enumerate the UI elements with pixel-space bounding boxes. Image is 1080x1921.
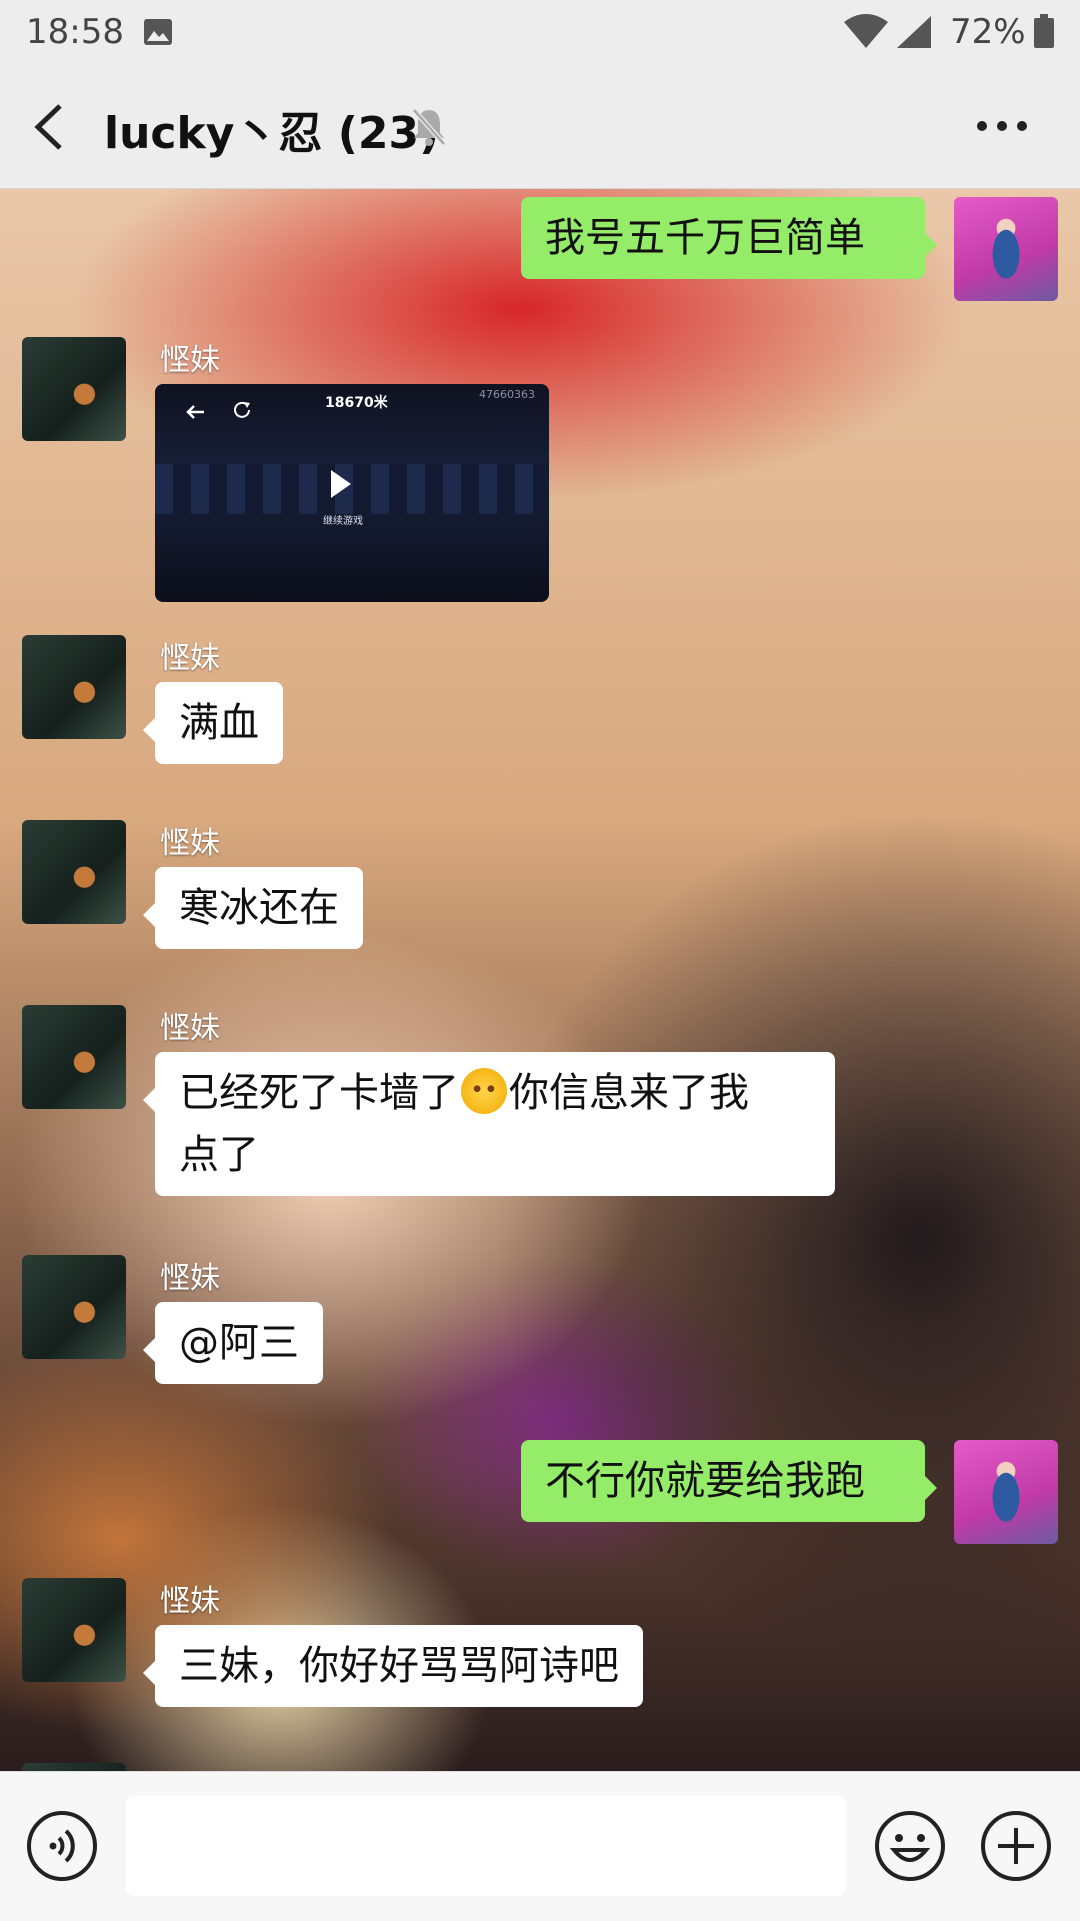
mute-icon [412, 108, 446, 146]
video-message[interactable]: 18670米 47660363 继续游戏 [155, 384, 549, 602]
more-icon[interactable] [976, 116, 1028, 136]
message-text: 满血 [179, 700, 259, 746]
message-text: 点了 [179, 1132, 259, 1178]
message-bubble-received[interactable]: 寒冰还在 [143, 867, 363, 949]
message-text: 不行你就要给我跑 [545, 1458, 865, 1504]
back-arrow-icon [186, 405, 204, 419]
sender-name: 悭妹 [160, 1261, 220, 1296]
sender-name: 悭妹 [160, 826, 220, 861]
restart-icon [234, 401, 250, 418]
message-bubble-received[interactable]: 已经死了卡墙了 你信息来了我 点了 [143, 1052, 835, 1196]
message-text: 三妹，你好好骂骂阿诗吧 [179, 1643, 619, 1689]
message-bubble-sent[interactable]: 我号五千万巨简单 [521, 197, 937, 279]
message-text: 我号五千万巨简单 [545, 215, 865, 261]
sender-avatar[interactable] [22, 820, 126, 924]
message-bubble-received[interactable]: 三妹，你好好骂骂阿诗吧 [143, 1625, 643, 1707]
message-bubble-received[interactable]: @阿三 [143, 1302, 323, 1384]
message-text: 你信息来了我 [509, 1070, 749, 1116]
sender-avatar[interactable] [22, 1763, 126, 1771]
back-icon[interactable] [30, 102, 70, 152]
my-avatar[interactable] [954, 1440, 1058, 1544]
plus-icon[interactable] [980, 1810, 1052, 1882]
video-thumbnail-scene [155, 464, 549, 514]
play-icon[interactable] [331, 470, 351, 498]
sender-name: 悭妹 [160, 641, 220, 676]
sender-avatar[interactable] [22, 635, 126, 739]
image-icon [144, 19, 172, 45]
message-text: @阿三 [179, 1320, 299, 1366]
sender-avatar[interactable] [22, 1005, 126, 1109]
my-avatar[interactable] [954, 197, 1058, 301]
sender-name: 悭妹 [160, 343, 220, 378]
video-code: 47660363 [479, 388, 535, 401]
message-input[interactable] [126, 1796, 846, 1896]
sender-name: 悭妹 [160, 1011, 220, 1046]
battery-percent: 72% [950, 12, 1026, 52]
pleading-face-emoji [461, 1068, 507, 1114]
sender-name: 悭妹 [160, 1584, 220, 1619]
emoji-icon[interactable] [874, 1810, 946, 1882]
status-bar: 18:58 72% [0, 0, 1080, 64]
message-bubble-received[interactable]: 满血 [143, 682, 283, 764]
message-bubble-sent[interactable]: 不行你就要给我跑 [521, 1440, 937, 1522]
message-text: 寒冰还在 [179, 885, 339, 931]
video-caption: 继续游戏 [323, 516, 363, 527]
chat-area[interactable]: 我号五千万巨简单 悭妹 18670米 47660363 继续游戏 悭妹 满血 悭… [0, 189, 1080, 1771]
wifi-icon [844, 14, 888, 48]
signal-icon [897, 16, 931, 48]
message-text: 已经死了卡墙了 [179, 1070, 459, 1116]
video-distance: 18670米 [325, 395, 388, 411]
voice-icon[interactable] [26, 1810, 98, 1882]
chat-title: lucky丶忍 (23) [104, 108, 440, 159]
sender-avatar[interactable] [22, 337, 126, 441]
input-bar [0, 1771, 1080, 1921]
sender-avatar[interactable] [22, 1578, 126, 1682]
chat-header: lucky丶忍 (23) [0, 64, 1080, 189]
sender-avatar[interactable] [22, 1255, 126, 1359]
battery-icon [1034, 14, 1054, 48]
status-time: 18:58 [26, 12, 124, 52]
